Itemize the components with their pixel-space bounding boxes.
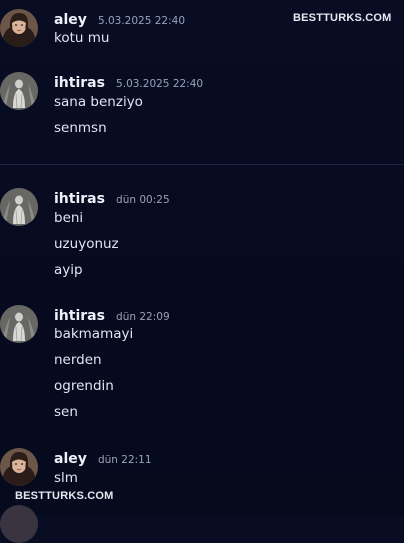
- watermark-bottom: BESTTURKS.COM: [15, 490, 114, 502]
- username[interactable]: ihtiras: [54, 308, 105, 324]
- timestamp: 5.03.2025 22:40: [116, 78, 204, 90]
- avatar-aley[interactable]: [0, 448, 38, 486]
- message-text: bakmamayi: [54, 326, 134, 342]
- message-text: sen: [54, 404, 78, 420]
- timestamp: dün 00:25: [116, 194, 170, 206]
- username[interactable]: ihtiras: [54, 75, 105, 91]
- avatar-aley[interactable]: [0, 9, 38, 47]
- avatar-ihtiras[interactable]: [0, 188, 38, 226]
- timestamp: 5.03.2025 22:40: [97, 15, 186, 27]
- message-text: nerden: [54, 352, 102, 368]
- woman-portrait-avatar-icon: [0, 9, 38, 47]
- message-header: ihtiras dün 00:25: [54, 188, 170, 208]
- avatar-ihtiras[interactable]: [0, 305, 38, 343]
- timestamp: dün 22:11: [97, 454, 152, 466]
- message-header: ihtiras dün 22:09: [54, 305, 170, 325]
- date-divider: [0, 164, 404, 165]
- watermark-top: BESTTURKS.COM: [293, 12, 392, 24]
- statue-avatar-icon: [0, 72, 38, 110]
- avatar-partial[interactable]: [0, 505, 38, 543]
- username[interactable]: ihtiras: [54, 191, 105, 207]
- message-text: slm: [54, 470, 78, 486]
- username[interactable]: aley: [54, 451, 87, 467]
- message-text: sana benziyo: [54, 94, 143, 110]
- message-header: ihtiras 5.03.2025 22:40: [54, 72, 203, 92]
- message-text: ogrendin: [54, 378, 114, 394]
- message-text: ayip: [54, 262, 83, 278]
- statue-avatar-icon: [0, 188, 38, 226]
- message-text: senmsn: [54, 120, 107, 136]
- username[interactable]: aley: [54, 12, 87, 28]
- message-text: beni: [54, 210, 84, 226]
- timestamp: dün 22:09: [116, 311, 170, 323]
- message-text: uzuyonuz: [54, 236, 119, 252]
- statue-avatar-icon: [0, 305, 38, 343]
- avatar-ihtiras[interactable]: [0, 72, 38, 110]
- woman-portrait-avatar-icon: [0, 448, 38, 486]
- message-header: aley 5.03.2025 22:40: [54, 9, 185, 29]
- message-text: kotu mu: [54, 30, 110, 46]
- message-header: aley dün 22:11: [54, 448, 152, 468]
